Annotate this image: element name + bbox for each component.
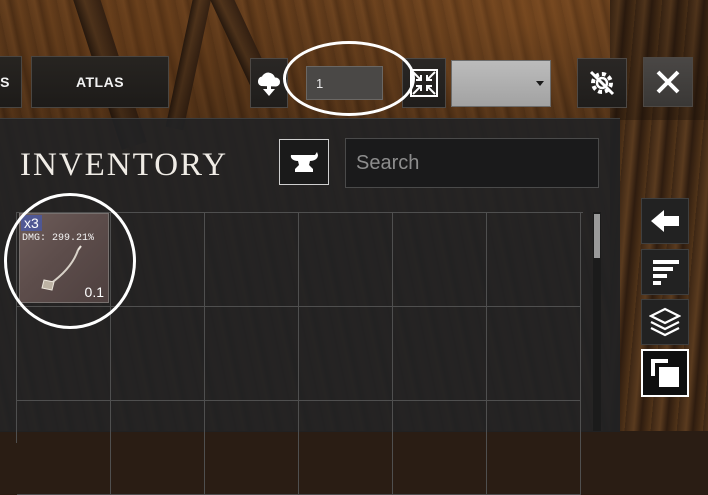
back-button[interactable] [641, 198, 689, 244]
sort-lines-icon [653, 260, 679, 285]
inventory-slot[interactable] [17, 401, 111, 495]
item-quantity: x3 [21, 215, 42, 231]
copy-icon [651, 359, 679, 387]
quantity-input[interactable] [306, 66, 383, 100]
compress-arrows-icon [410, 69, 438, 97]
weapon-icon [41, 245, 82, 291]
craft-button[interactable] [279, 139, 329, 185]
inventory-slot[interactable] [299, 401, 393, 495]
gear-slash-icon [589, 70, 615, 96]
close-button[interactable] [643, 57, 693, 107]
sort-button[interactable] [641, 249, 689, 295]
scrollbar-thumb[interactable] [594, 214, 600, 258]
inventory-slot[interactable] [17, 307, 111, 401]
inventory-slot[interactable] [487, 401, 581, 495]
anvil-icon [290, 152, 318, 172]
close-icon [656, 70, 680, 94]
copy-button[interactable] [641, 349, 689, 397]
inventory-slot[interactable] [205, 213, 299, 307]
arrow-left-icon [651, 210, 679, 232]
inventory-title: INVENTORY [20, 147, 229, 183]
compress-button[interactable] [402, 58, 446, 108]
inventory-slot[interactable] [205, 307, 299, 401]
inventory-slot[interactable] [487, 307, 581, 401]
layers-button[interactable] [641, 299, 689, 345]
inventory-slot[interactable] [393, 401, 487, 495]
chevron-down-icon [536, 81, 544, 86]
cloud-download-icon [257, 72, 281, 96]
inventory-slot[interactable] [111, 307, 205, 401]
search-input[interactable] [345, 138, 599, 188]
inventory-slot[interactable] [487, 213, 581, 307]
download-button[interactable] [250, 58, 288, 108]
tab-atlas-label: ATLAS [75, 74, 125, 90]
tab-previous[interactable]: S [0, 56, 22, 108]
item-damage-stat: DMG: 299.21% [22, 233, 95, 244]
tab-previous-label: S [0, 74, 10, 90]
inventory-slot[interactable] [111, 401, 205, 495]
item-level: 0.1 [84, 284, 104, 300]
inventory-slot[interactable] [393, 213, 487, 307]
inventory-item-weapon[interactable]: x3 DMG: 299.21% 0.1 [19, 213, 109, 303]
inventory-slot[interactable] [393, 307, 487, 401]
inventory-slot[interactable] [299, 213, 393, 307]
inventory-slot[interactable] [111, 213, 205, 307]
inventory-slot[interactable] [299, 307, 393, 401]
settings-toggle-button[interactable] [577, 58, 627, 108]
filter-dropdown[interactable] [451, 60, 551, 107]
inventory-slot[interactable] [205, 401, 299, 495]
tab-atlas[interactable]: ATLAS [31, 56, 169, 108]
layers-icon [649, 307, 681, 337]
